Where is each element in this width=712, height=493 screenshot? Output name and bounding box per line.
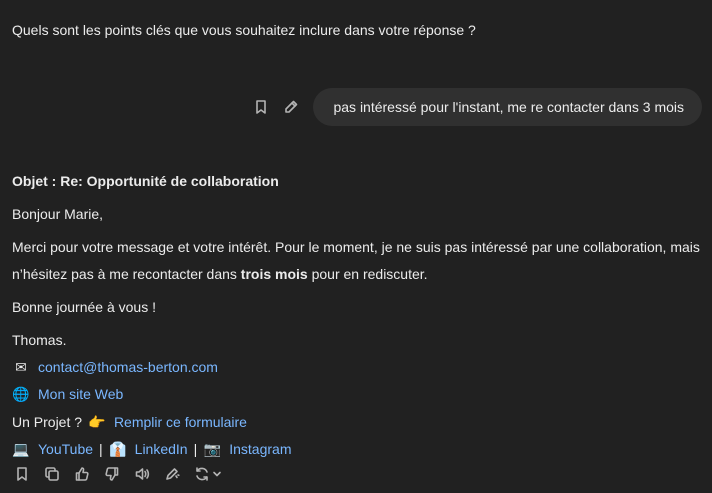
email-link[interactable]: contact@thomas-berton.com (38, 359, 218, 375)
user-message-bubble: pas intéressé pour l'instant, me re cont… (313, 88, 702, 126)
globe-icon: 🌐 (12, 387, 30, 403)
camera-icon: 📷 (203, 442, 221, 458)
signature-email-line: ✉ contact@thomas-berton.com (12, 354, 702, 382)
separator: | (99, 441, 103, 457)
signature-website-line: 🌐 Mon site Web (12, 381, 702, 409)
regenerate-icon (196, 467, 208, 481)
signature-name: Thomas. (12, 332, 67, 348)
assistant-question: Quels sont les points clés que vous souh… (12, 22, 476, 38)
reply-greeting: Bonjour Marie, (12, 206, 104, 222)
edit-icon[interactable] (283, 99, 299, 115)
user-message-row: pas intéressé pour l'instant, me re cont… (253, 88, 702, 126)
website-link[interactable]: Mon site Web (38, 386, 123, 402)
youtube-link[interactable]: YouTube (38, 441, 93, 457)
project-prefix: Un Projet ? (12, 413, 83, 430)
envelope-icon: ✉ (15, 359, 27, 376)
laptop-icon: 💻 (12, 442, 30, 458)
separator: | (193, 441, 198, 457)
signature-social-line: 💻 YouTube | 👔 LinkedIn | 📷 Instagram (12, 436, 702, 464)
read-aloud-icon[interactable] (134, 466, 150, 482)
reply-closing: Bonne journée à vous ! (12, 299, 156, 315)
reply-subject: Objet : Re: Opportunité de collaboration (12, 173, 279, 189)
chat-view: Quels sont les points clés que vous souh… (0, 0, 712, 493)
thumbs-down-icon[interactable] (104, 466, 120, 482)
regenerate-button[interactable] (194, 466, 222, 482)
chevron-down-icon (213, 471, 221, 477)
copy-icon[interactable] (44, 466, 60, 482)
bookmark-icon[interactable] (253, 99, 269, 115)
bookmark-icon[interactable] (14, 466, 30, 482)
form-link[interactable]: Remplir ce formulaire (114, 414, 247, 430)
necktie-icon: 👔 (108, 442, 127, 458)
pointing-hand-icon: 👉 (88, 414, 106, 431)
signature-project-line: Un Projet ? 👉 Remplir ce formulaire (12, 409, 702, 437)
reply-body-text-end: pour en rediscuter. (307, 266, 428, 282)
edit-pen-icon[interactable] (164, 466, 180, 482)
assistant-message-toolbar (14, 466, 222, 482)
reply-body: Merci pour votre message et votre intérê… (12, 234, 702, 288)
assistant-reply: Objet : Re: Opportunité de collaboration… (12, 168, 702, 464)
thumbs-up-icon[interactable] (74, 466, 90, 482)
linkedin-link[interactable]: LinkedIn (135, 441, 188, 457)
instagram-link[interactable]: Instagram (229, 441, 291, 457)
user-message-actions (253, 99, 299, 115)
reply-body-bold: trois mois (240, 266, 308, 282)
